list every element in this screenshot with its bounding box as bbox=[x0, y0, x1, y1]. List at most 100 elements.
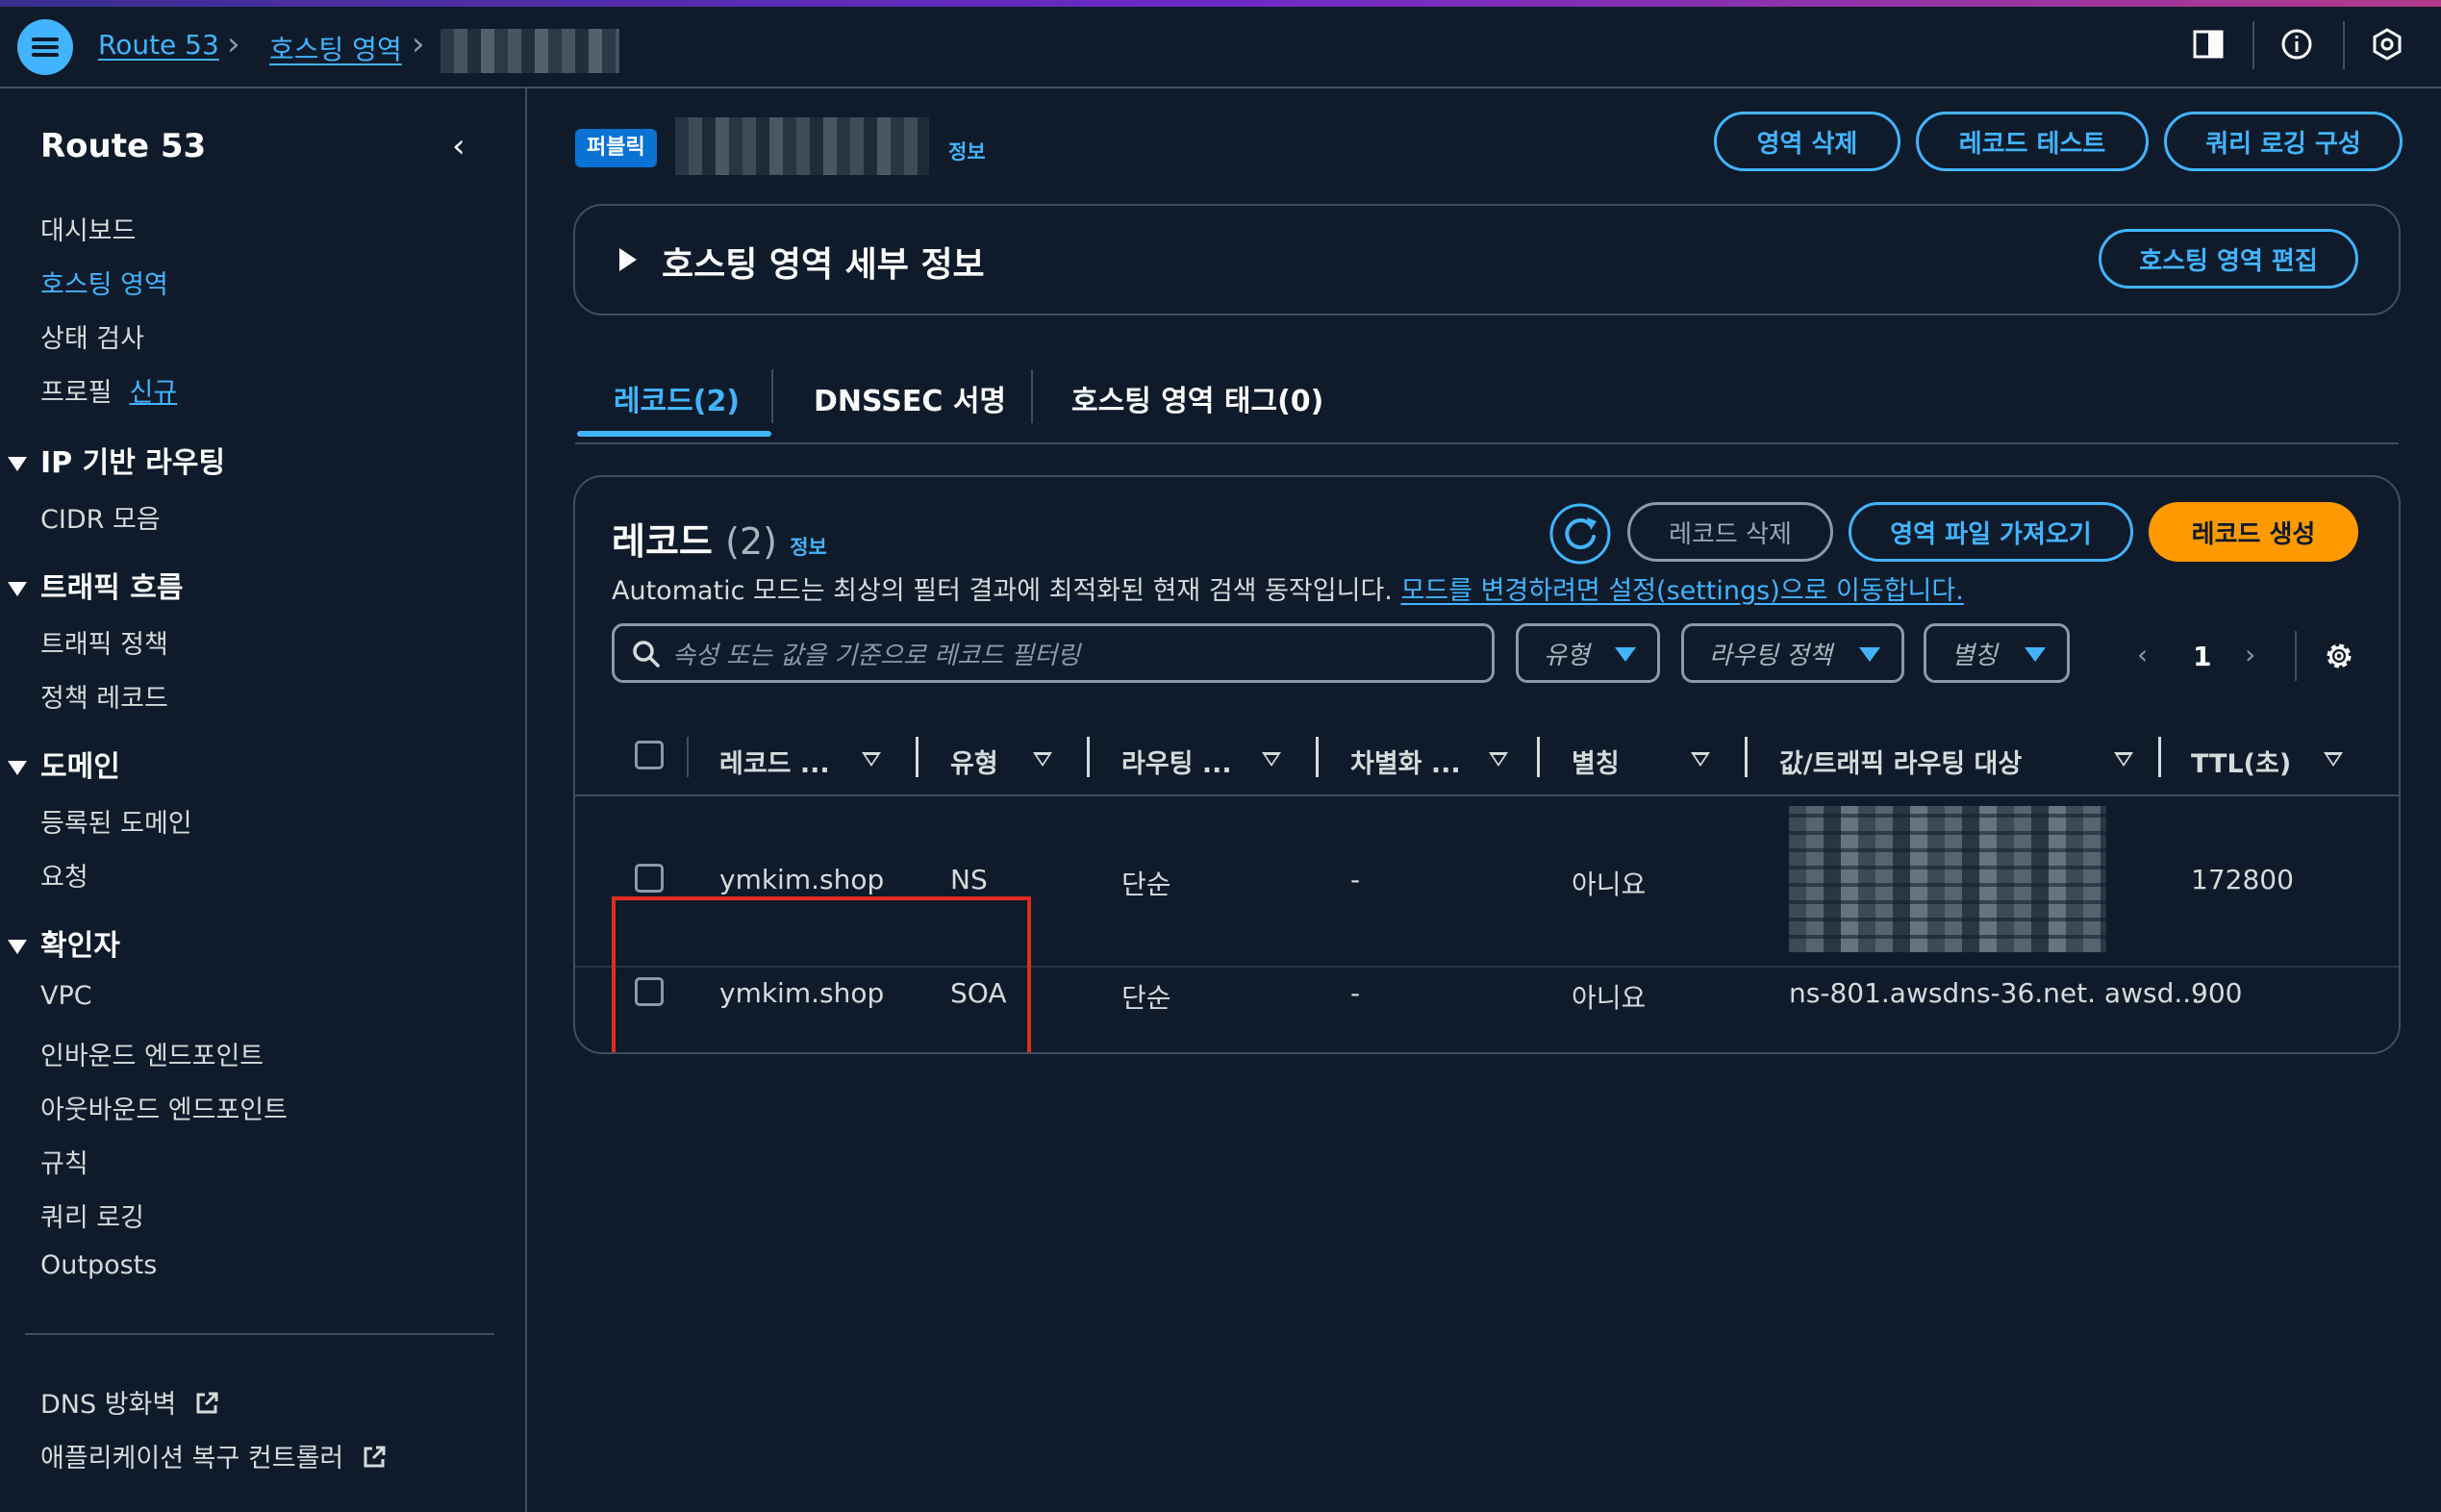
sidebar-item-health-checks[interactable]: 상태 검사 bbox=[40, 317, 144, 355]
sidebar-item-hosted-zones[interactable]: 호스팅 영역 bbox=[40, 264, 168, 301]
breadcrumb-hosted-zones[interactable]: 호스팅 영역 bbox=[269, 29, 402, 67]
configure-query-logging-button[interactable]: 쿼리 로깅 구성 bbox=[2164, 112, 2403, 171]
record-value: ns-801.awsdns-36.net. awsd... bbox=[1789, 977, 2201, 1009]
page-number[interactable]: 1 bbox=[2193, 641, 2211, 672]
link-label: DNS 방화벽 bbox=[40, 1390, 177, 1420]
sidebar-item-requests[interactable]: 요청 bbox=[40, 856, 88, 894]
panel-icon[interactable] bbox=[2191, 27, 2226, 62]
menu-button[interactable] bbox=[17, 19, 73, 75]
sidebar-item-rules[interactable]: 규칙 bbox=[40, 1143, 88, 1180]
sort-icon[interactable] bbox=[862, 752, 881, 767]
sort-icon[interactable] bbox=[2114, 752, 2133, 767]
column-header-routing[interactable]: 라우팅 ... bbox=[1121, 743, 1232, 780]
sidebar: Route 53 ‹ 대시보드 호스팅 영역 상태 검사 프로필 신규 IP 기반… bbox=[0, 88, 527, 1512]
record-alias: 아니요 bbox=[1572, 869, 1647, 900]
column-header-alias[interactable]: 별칭 bbox=[1572, 743, 1620, 780]
routing-policy-filter-select[interactable]: 라우팅 정책 bbox=[1681, 623, 1904, 683]
caret-down-icon bbox=[8, 457, 27, 471]
sidebar-item-query-logging[interactable]: 쿼리 로깅 bbox=[40, 1197, 144, 1234]
chevron-right-icon[interactable]: › bbox=[2245, 639, 2255, 670]
column-divider[interactable] bbox=[2158, 737, 2161, 777]
settings-hex-icon[interactable] bbox=[2370, 27, 2404, 62]
delete-zone-button[interactable]: 영역 삭제 bbox=[1714, 112, 1900, 171]
column-divider[interactable] bbox=[916, 737, 919, 777]
sidebar-item-outbound-endpoints[interactable]: 아웃바운드 엔드포인트 bbox=[40, 1089, 288, 1126]
sidebar-section-resolver[interactable]: 확인자 bbox=[8, 921, 120, 964]
create-record-button[interactable]: 레코드 생성 bbox=[2149, 502, 2358, 562]
caret-right-icon[interactable] bbox=[619, 248, 637, 271]
collapse-icon[interactable]: ‹ bbox=[452, 127, 466, 165]
main-content: 퍼블릭 정보 영역 삭제 레코드 테스트 쿼리 로깅 구성 호스팅 영역 세부 … bbox=[529, 88, 2441, 1512]
column-header-record-name[interactable]: 레코드 ... bbox=[719, 743, 830, 780]
sidebar-item-inbound-endpoints[interactable]: 인바운드 엔드포인트 bbox=[40, 1035, 264, 1072]
top-divider bbox=[2252, 21, 2254, 69]
sort-icon[interactable] bbox=[1489, 752, 1508, 767]
column-header-value[interactable]: 값/트래픽 라우팅 대상 bbox=[1779, 743, 2022, 780]
info-link[interactable]: 정보 bbox=[948, 137, 986, 165]
info-icon[interactable] bbox=[2279, 27, 2314, 62]
column-divider[interactable] bbox=[1745, 737, 1748, 777]
settings-link[interactable]: 모드를 변경하려면 설정(settings)으로 이동합니다. bbox=[1400, 576, 1963, 606]
annotation-highlight-box bbox=[612, 896, 1031, 1052]
sidebar-item-outposts[interactable]: Outposts bbox=[40, 1250, 157, 1280]
filter-label: 별칭 bbox=[1951, 641, 1998, 670]
refresh-icon[interactable] bbox=[1548, 502, 1612, 566]
sort-icon[interactable] bbox=[2324, 752, 2343, 767]
sidebar-link-dns-firewall[interactable]: DNS 방화벽 bbox=[40, 1383, 219, 1421]
tab-dnssec[interactable]: DNSSEC 서명 bbox=[814, 377, 1006, 419]
sort-icon[interactable] bbox=[1691, 752, 1710, 767]
records-title-label: 레코드 bbox=[612, 520, 713, 563]
column-divider[interactable] bbox=[1316, 737, 1319, 777]
row-checkbox[interactable] bbox=[635, 864, 664, 893]
record-alias: 아니요 bbox=[1572, 982, 1647, 1014]
column-header-ttl[interactable]: TTL(초) bbox=[2191, 743, 2291, 780]
tab-records[interactable]: 레코드(2) bbox=[614, 377, 740, 419]
sidebar-item-vpc[interactable]: VPC bbox=[40, 981, 92, 1011]
tab-tags[interactable]: 호스팅 영역 태그(0) bbox=[1071, 377, 1323, 419]
sidebar-item-policy-records[interactable]: 정책 레코드 bbox=[40, 677, 168, 715]
breadcrumb-route53[interactable]: Route 53 bbox=[98, 29, 219, 61]
sidebar-item-traffic-policies[interactable]: 트래픽 정책 bbox=[40, 623, 168, 661]
column-header-type[interactable]: 유형 bbox=[950, 743, 998, 780]
chevron-left-icon[interactable]: ‹ bbox=[2137, 639, 2148, 670]
tab-divider bbox=[771, 369, 773, 423]
details-title[interactable]: 호스팅 영역 세부 정보 bbox=[662, 237, 985, 287]
hamburger-icon bbox=[32, 38, 59, 57]
type-filter-select[interactable]: 유형 bbox=[1516, 623, 1660, 683]
top-divider bbox=[2343, 21, 2345, 69]
sidebar-item-dashboard[interactable]: 대시보드 bbox=[40, 210, 136, 247]
sidebar-section-domains[interactable]: 도메인 bbox=[8, 743, 120, 785]
select-all-checkbox[interactable] bbox=[635, 741, 664, 769]
caret-down-icon bbox=[8, 940, 27, 954]
records-info-link[interactable]: 정보 bbox=[790, 536, 827, 559]
external-link-icon bbox=[196, 1392, 218, 1414]
sidebar-item-cidr[interactable]: CIDR 모음 bbox=[40, 498, 161, 536]
redacted-zone-name bbox=[675, 117, 929, 175]
gear-icon[interactable] bbox=[2322, 639, 2356, 673]
section-label: 확인자 bbox=[40, 929, 120, 963]
description-text: Automatic 모드는 최상의 필터 결과에 최적화된 현재 검색 동작입니… bbox=[612, 576, 1393, 606]
redacted-ns-values bbox=[1789, 806, 2106, 952]
search-input[interactable]: 속성 또는 값을 기준으로 레코드 필터링 bbox=[612, 623, 1495, 683]
section-label: IP 기반 라우팅 bbox=[40, 446, 226, 480]
sidebar-section-ip-routing[interactable]: IP 기반 라우팅 bbox=[8, 439, 225, 481]
import-zone-file-button[interactable]: 영역 파일 가져오기 bbox=[1849, 502, 2133, 562]
test-record-button[interactable]: 레코드 테스트 bbox=[1916, 112, 2149, 171]
sidebar-title: Route 53 bbox=[40, 127, 207, 165]
sidebar-item-registered-domains[interactable]: 등록된 도메인 bbox=[40, 802, 192, 840]
delete-record-button[interactable]: 레코드 삭제 bbox=[1627, 502, 1833, 562]
sidebar-section-traffic-flow[interactable]: 트래픽 흐름 bbox=[8, 564, 183, 606]
sidebar-link-arc[interactable]: 애플리케이션 복구 컨트롤러 bbox=[40, 1437, 387, 1474]
sidebar-item-profiles[interactable]: 프로필 신규 bbox=[40, 371, 177, 409]
column-divider[interactable] bbox=[1537, 737, 1540, 777]
record-routing: 단순 bbox=[1121, 982, 1171, 1014]
filter-label: 유형 bbox=[1544, 641, 1590, 670]
sort-icon[interactable] bbox=[1262, 752, 1281, 767]
alias-filter-select[interactable]: 별칭 bbox=[1924, 623, 2070, 683]
tabs-divider bbox=[575, 442, 2399, 444]
pager-divider bbox=[2295, 631, 2297, 681]
column-divider[interactable] bbox=[1087, 737, 1090, 777]
edit-hosted-zone-button[interactable]: 호스팅 영역 편집 bbox=[2099, 229, 2358, 289]
sort-icon[interactable] bbox=[1033, 752, 1052, 767]
column-header-differentiator[interactable]: 차별화 ... bbox=[1350, 743, 1461, 780]
